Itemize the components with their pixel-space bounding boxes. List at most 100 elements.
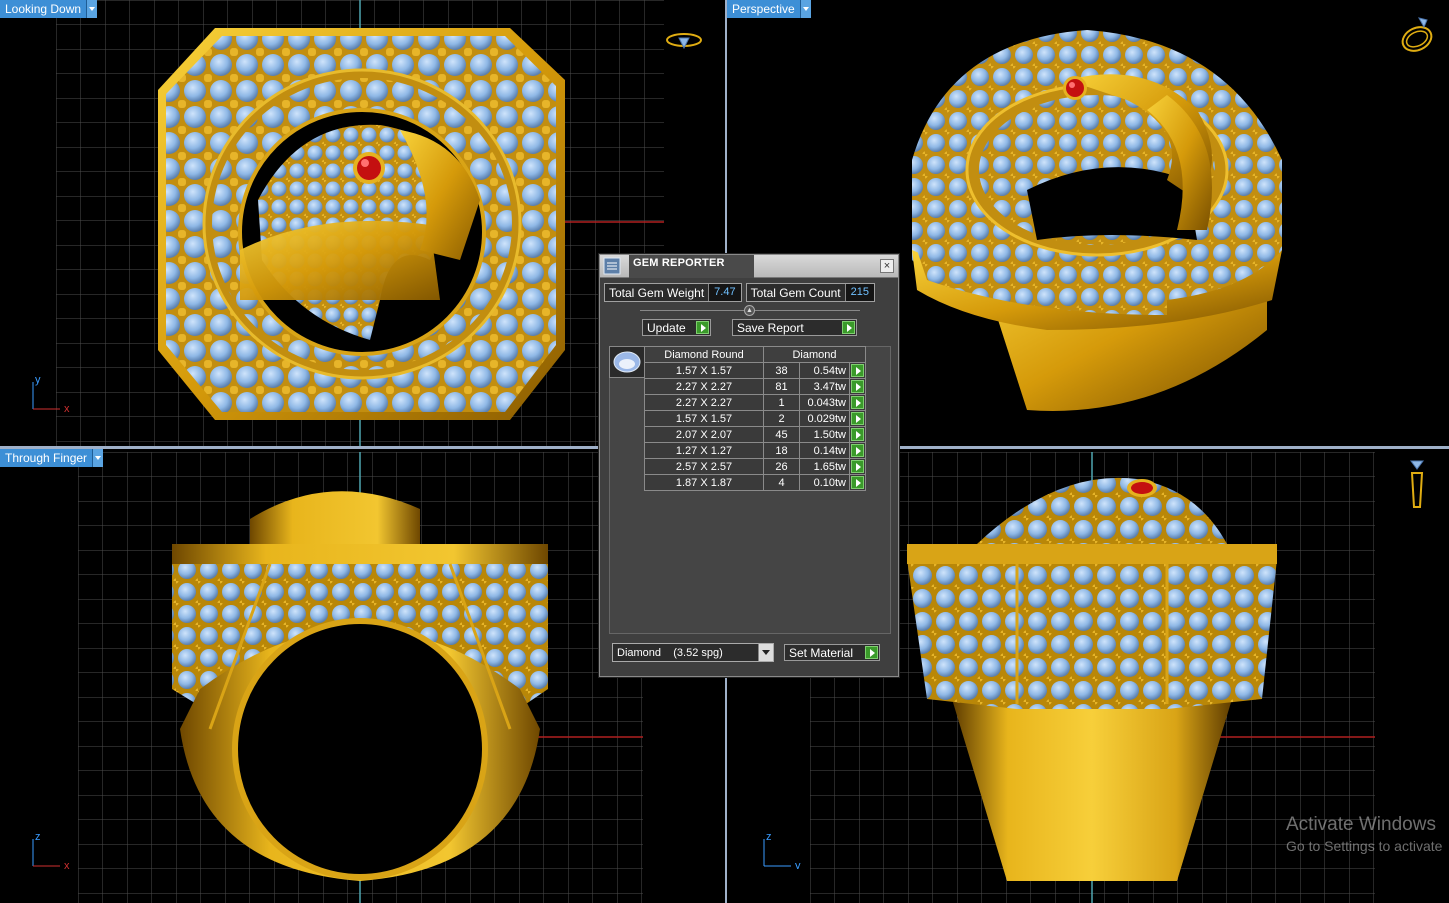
gem-size-cell: 2.57 X 2.57 <box>644 458 764 475</box>
gem-size-cell: 1.87 X 1.87 <box>644 474 764 491</box>
gem-count-cell: 1 <box>763 394 800 411</box>
ring-front-view-icon[interactable] <box>1405 459 1429 511</box>
total-gem-weight-label: Total Gem Weight <box>609 285 705 300</box>
play-arrow-icon[interactable] <box>851 476 864 489</box>
table-row[interactable]: 2.07 X 2.07 45 1.50tw <box>644 426 866 443</box>
viewport-label[interactable]: Perspective <box>727 0 811 18</box>
gem-size-cell: 2.07 X 2.07 <box>644 426 764 443</box>
table-row[interactable]: 1.27 X 1.27 18 0.14tw <box>644 442 866 459</box>
set-material-button-label: Set Material <box>789 645 854 660</box>
table-row[interactable]: 1.57 X 1.57 38 0.54tw <box>644 362 866 379</box>
viewport-label-text: Looking Down <box>0 0 87 18</box>
close-icon[interactable]: × <box>880 259 894 273</box>
play-arrow-icon[interactable] <box>851 412 864 425</box>
play-arrow-icon <box>696 321 709 334</box>
gem-table: Diamond Round Diamond 1.57 X 1.57 38 0.54t… <box>644 346 866 491</box>
gem-weight-cell: 0.54tw <box>799 362 850 379</box>
total-gem-count-value: 215 <box>844 284 874 301</box>
column-header-shape: Diamond Round <box>644 346 764 363</box>
axis-x-label: x <box>64 860 70 869</box>
column-header-material: Diamond <box>763 346 866 363</box>
activate-windows-watermark: Activate Windows Go to Settings to activ… <box>1286 814 1442 854</box>
gem-weight-cell: 0.10tw <box>799 474 850 491</box>
gem-reporter-dialog: GEM REPORTER × Total Gem Weight 7.47 Tot… <box>599 254 899 677</box>
viewport-label-text: Through Finger <box>0 449 93 467</box>
axis-indicator-icon: z y <box>763 831 801 869</box>
total-gem-count-label: Total Gem Count <box>750 285 841 300</box>
ring-perspective-icon[interactable] <box>1397 16 1437 56</box>
gem-size-cell: 2.27 X 2.27 <box>644 394 764 411</box>
play-arrow-icon[interactable] <box>851 444 864 457</box>
viewport-label[interactable]: Through Finger <box>0 449 104 467</box>
row-action-cell[interactable] <box>849 458 866 475</box>
gem-weight-cell: 1.50tw <box>799 426 850 443</box>
material-select-value: Diamond (3.52 spg) <box>617 646 723 659</box>
row-action-cell[interactable] <box>849 442 866 459</box>
row-action-cell[interactable] <box>849 426 866 443</box>
table-row[interactable]: 2.27 X 2.27 1 0.043tw <box>644 394 866 411</box>
table-row[interactable]: 2.27 X 2.27 81 3.47tw <box>644 378 866 395</box>
gem-weight-cell: 0.14tw <box>799 442 850 459</box>
dropdown-arrow-icon[interactable] <box>799 0 811 18</box>
dialog-title: GEM REPORTER <box>629 254 754 278</box>
row-action-cell[interactable] <box>849 394 866 411</box>
axis-z-label: z <box>766 831 772 843</box>
play-arrow-icon[interactable] <box>851 396 864 409</box>
row-action-cell[interactable] <box>849 410 866 427</box>
play-arrow-icon <box>842 321 855 334</box>
total-gem-weight-value: 7.47 <box>708 284 741 301</box>
set-material-button[interactable]: Set Material <box>784 644 880 661</box>
gem-count-cell: 18 <box>763 442 800 459</box>
gem-count-cell: 2 <box>763 410 800 427</box>
diamond-round-thumbnail[interactable] <box>609 346 645 378</box>
total-gem-count: Total Gem Count 215 <box>745 283 875 302</box>
update-button[interactable]: Update <box>642 319 711 336</box>
row-action-cell[interactable] <box>849 474 866 491</box>
table-row[interactable]: 2.57 X 2.57 26 1.65tw <box>644 458 866 475</box>
play-arrow-icon[interactable] <box>851 380 864 393</box>
row-action-cell[interactable] <box>849 362 866 379</box>
dialog-title-bar[interactable]: GEM REPORTER × <box>600 254 898 278</box>
update-button-label: Update <box>647 320 686 335</box>
gem-count-cell: 4 <box>763 474 800 491</box>
gem-count-cell: 38 <box>763 362 800 379</box>
axis-x-label: x <box>64 403 70 412</box>
gem-size-cell: 1.57 X 1.57 <box>644 410 764 427</box>
gem-weight-cell: 0.043tw <box>799 394 850 411</box>
dropdown-arrow-icon[interactable] <box>86 0 98 18</box>
gem-count-cell: 26 <box>763 458 800 475</box>
table-row[interactable]: 1.87 X 1.87 4 0.10tw <box>644 474 866 491</box>
axis-y-label: y <box>795 860 801 869</box>
gem-size-cell: 2.27 X 2.27 <box>644 378 764 395</box>
material-select[interactable]: Diamond (3.52 spg) <box>612 643 774 662</box>
totals-row: Total Gem Weight 7.47 Total Gem Count 21… <box>604 283 875 302</box>
play-arrow-icon[interactable] <box>851 428 864 441</box>
axis-z-label: z <box>35 831 41 843</box>
total-gem-weight: Total Gem Weight 7.47 <box>604 283 742 302</box>
ring-top-view-icon[interactable] <box>664 30 704 52</box>
gem-weight-cell: 3.47tw <box>799 378 850 395</box>
gem-size-cell: 1.57 X 1.57 <box>644 362 764 379</box>
watermark-title: Activate Windows <box>1286 814 1436 835</box>
play-arrow-icon <box>865 646 878 659</box>
table-header-row: Diamond Round Diamond <box>644 346 866 363</box>
axis-indicator-icon: y x <box>32 374 70 412</box>
gem-weight-cell: 1.65tw <box>799 458 850 475</box>
play-arrow-icon[interactable] <box>851 460 864 473</box>
gem-reporter-icon <box>601 255 623 277</box>
row-action-cell[interactable] <box>849 378 866 395</box>
save-report-button[interactable]: Save Report <box>732 319 857 336</box>
save-report-button-label: Save Report <box>737 320 804 335</box>
viewport-label[interactable]: Looking Down <box>0 0 98 18</box>
dropdown-arrow-icon[interactable] <box>92 449 104 467</box>
watermark-subtitle: Go to Settings to activate <box>1286 838 1443 854</box>
table-row[interactable]: 1.57 X 1.57 2 0.029tw <box>644 410 866 427</box>
axis-indicator-icon: z x <box>32 831 70 869</box>
viewport-label-text: Perspective <box>727 0 800 18</box>
axis-y-label: y <box>35 374 41 386</box>
gem-count-cell: 81 <box>763 378 800 395</box>
chevron-down-icon[interactable] <box>758 644 773 661</box>
collapse-toggle-icon[interactable]: ▲ <box>744 305 755 316</box>
play-arrow-icon[interactable] <box>851 364 864 377</box>
gem-size-cell: 1.27 X 1.27 <box>644 442 764 459</box>
